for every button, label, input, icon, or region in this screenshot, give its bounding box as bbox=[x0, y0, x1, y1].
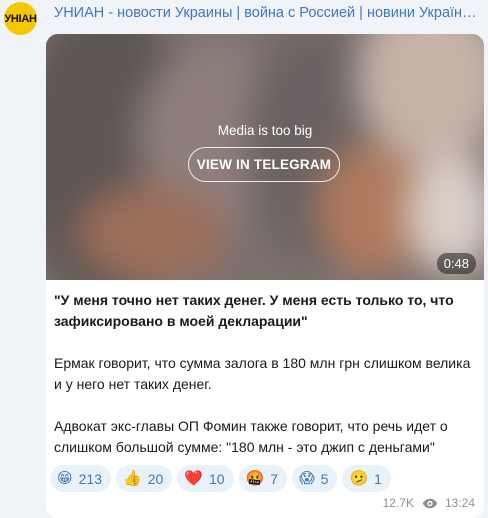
reaction-diagonal-mouth[interactable]: 🫤 1 bbox=[342, 465, 391, 492]
post-quote: "У меня точно нет таких денег. У меня ес… bbox=[54, 292, 454, 329]
grin-emoji-icon: 😁 bbox=[57, 470, 73, 487]
reaction-count: 20 bbox=[147, 470, 164, 487]
post-paragraph: Ермак говорит, что сумма залога в 180 мл… bbox=[54, 355, 471, 392]
message-card: Media is too big VIEW IN TELEGRAM 0:48 "… bbox=[46, 34, 484, 518]
media-too-big-notice: Media is too big bbox=[217, 123, 313, 138]
scream-emoji-icon: 😱 bbox=[299, 470, 315, 487]
reaction-count: 7 bbox=[270, 470, 279, 487]
view-in-telegram-button[interactable]: VIEW IN TELEGRAM bbox=[188, 147, 340, 182]
reaction-heart[interactable]: ❤️ 10 bbox=[177, 465, 234, 492]
reaction-count: 10 bbox=[208, 470, 225, 487]
channel-avatar[interactable]: УНІАН bbox=[4, 2, 37, 35]
reaction-thumbs-up[interactable]: 👍 20 bbox=[116, 465, 173, 492]
reaction-count: 213 bbox=[78, 470, 102, 487]
eye-icon bbox=[422, 498, 438, 508]
reaction-count: 1 bbox=[374, 470, 382, 487]
video-duration-badge: 0:48 bbox=[436, 253, 476, 274]
thumbs-up-emoji-icon: 👍 bbox=[123, 470, 142, 487]
post-time: 13:24 bbox=[444, 496, 475, 510]
heart-emoji-icon: ❤️ bbox=[184, 470, 203, 487]
view-count: 12.7K bbox=[382, 496, 414, 510]
message-meta: 12.7K 13:24 bbox=[383, 496, 475, 510]
reaction-grin[interactable]: 😁 213 bbox=[50, 465, 111, 492]
reactions-bar: 😁 213 👍 20 ❤️ 10 🤬 7 😱 5 🫤 1 bbox=[50, 465, 391, 492]
avatar-logo-text: УНІАН bbox=[4, 12, 37, 25]
angry-emoji-icon: 🤬 bbox=[245, 470, 265, 487]
reaction-angry[interactable]: 🤬 7 bbox=[238, 465, 288, 492]
post-paragraph: Адвокат экс-главы ОП Фомин также говорит… bbox=[54, 418, 448, 455]
post-text: "У меня точно нет таких денег. У меня ес… bbox=[54, 290, 476, 458]
reaction-scream[interactable]: 😱 5 bbox=[292, 465, 338, 492]
video-preview[interactable]: Media is too big VIEW IN TELEGRAM 0:48 bbox=[46, 34, 484, 280]
channel-name[interactable]: УНИАН - новости Украины | война с Россие… bbox=[54, 5, 478, 21]
reaction-count: 5 bbox=[320, 470, 329, 487]
diagonal-mouth-emoji-icon: 🫤 bbox=[349, 470, 369, 487]
